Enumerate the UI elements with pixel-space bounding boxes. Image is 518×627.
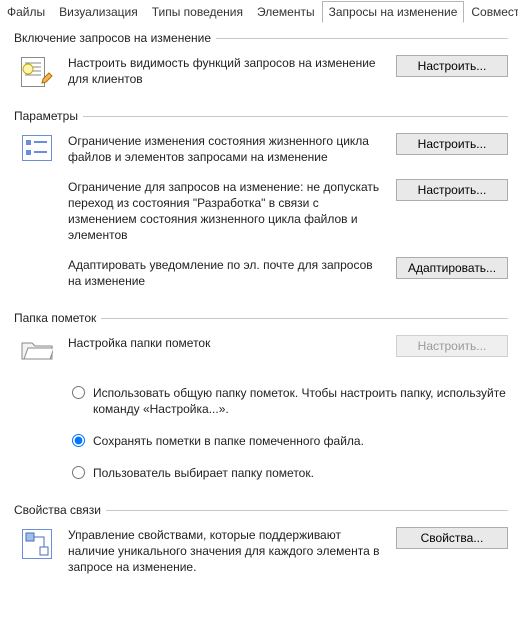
group-parameters: Параметры Ограничение изменения состояни… [14,109,508,289]
radio-user-label: Пользователь выбирает папку пометок. [93,465,314,481]
options-list-icon [22,135,52,161]
radio-shared-input[interactable] [72,386,85,399]
configure-markup-folder-button[interactable]: Настроить... [396,335,508,357]
tab-strip: Файлы Визуализация Типы поведения Элемен… [0,0,518,23]
tab-content: Включение запросов на изменение Настроит… [0,23,518,587]
row-email-adapt: Адаптировать уведомление по эл. почте дл… [14,257,508,289]
configure-lifecycle-button[interactable]: Настроить... [396,133,508,155]
link-diagram-icon [22,529,52,559]
radio-shared-label: Использовать общую папку пометок. Чтобы … [93,385,508,417]
group-enable-legend: Включение запросов на изменение [14,31,216,45]
row-link-properties-text: Управление свойствами, которые поддержив… [68,527,388,575]
configure-visibility-button[interactable]: Настроить... [396,55,508,77]
row-lifecycle-limit-text: Ограничение изменения состояния жизненно… [68,133,388,165]
configure-dev-transition-button[interactable]: Настроить... [396,179,508,201]
radio-option-shared[interactable]: Использовать общую папку пометок. Чтобы … [72,385,508,417]
link-properties-button[interactable]: Свойства... [396,527,508,549]
group-parameters-legend: Параметры [14,109,83,123]
row-visibility-text: Настроить видимость функций запросов на … [68,55,388,87]
row-dev-transition-limit: Ограничение для запросов на изменение: н… [14,179,508,243]
group-markup-folder: Папка пометок Настройка папки пометок На… [14,311,508,481]
tab-files[interactable]: Файлы [0,1,52,23]
group-enable-change-requests: Включение запросов на изменение Настроит… [14,31,508,87]
row-markup-folder-heading: Настройка папки пометок Настроить... [14,335,508,361]
tab-change-requests[interactable]: Запросы на изменение [322,1,465,23]
radio-file-label: Сохранять пометки в папке помеченного фа… [93,433,364,449]
tab-compat[interactable]: Совмест [464,1,518,23]
row-dev-transition-text: Ограничение для запросов на изменение: н… [68,179,388,243]
radio-option-file[interactable]: Сохранять пометки в папке помеченного фа… [72,433,508,449]
row-markup-folder-options: Использовать общую папку пометок. Чтобы … [14,375,508,481]
row-email-adapt-text: Адаптировать уведомление по эл. почте дл… [68,257,388,289]
group-link-properties-legend: Свойства связи [14,503,106,517]
folder-icon [21,337,53,361]
tab-visualization[interactable]: Визуализация [52,1,145,23]
markup-folder-radio-group: Использовать общую папку пометок. Чтобы … [68,385,508,481]
group-markup-folder-legend: Папка пометок [14,311,101,325]
tab-behavior-types[interactable]: Типы поведения [145,1,250,23]
row-lifecycle-limit: Ограничение изменения состояния жизненно… [14,133,508,165]
adapt-email-button[interactable]: Адаптировать... [396,257,508,279]
row-visibility: Настроить видимость функций запросов на … [14,55,508,87]
group-link-properties: Свойства связи Управление свойствами, ко… [14,503,508,575]
row-markup-folder-heading-text: Настройка папки пометок [68,335,388,351]
radio-user-input[interactable] [72,466,85,479]
tab-elements[interactable]: Элементы [250,1,322,23]
lightbulb-note-icon [21,57,53,87]
radio-file-input[interactable] [72,434,85,447]
row-link-properties: Управление свойствами, которые поддержив… [14,527,508,575]
radio-option-user[interactable]: Пользователь выбирает папку пометок. [72,465,508,481]
